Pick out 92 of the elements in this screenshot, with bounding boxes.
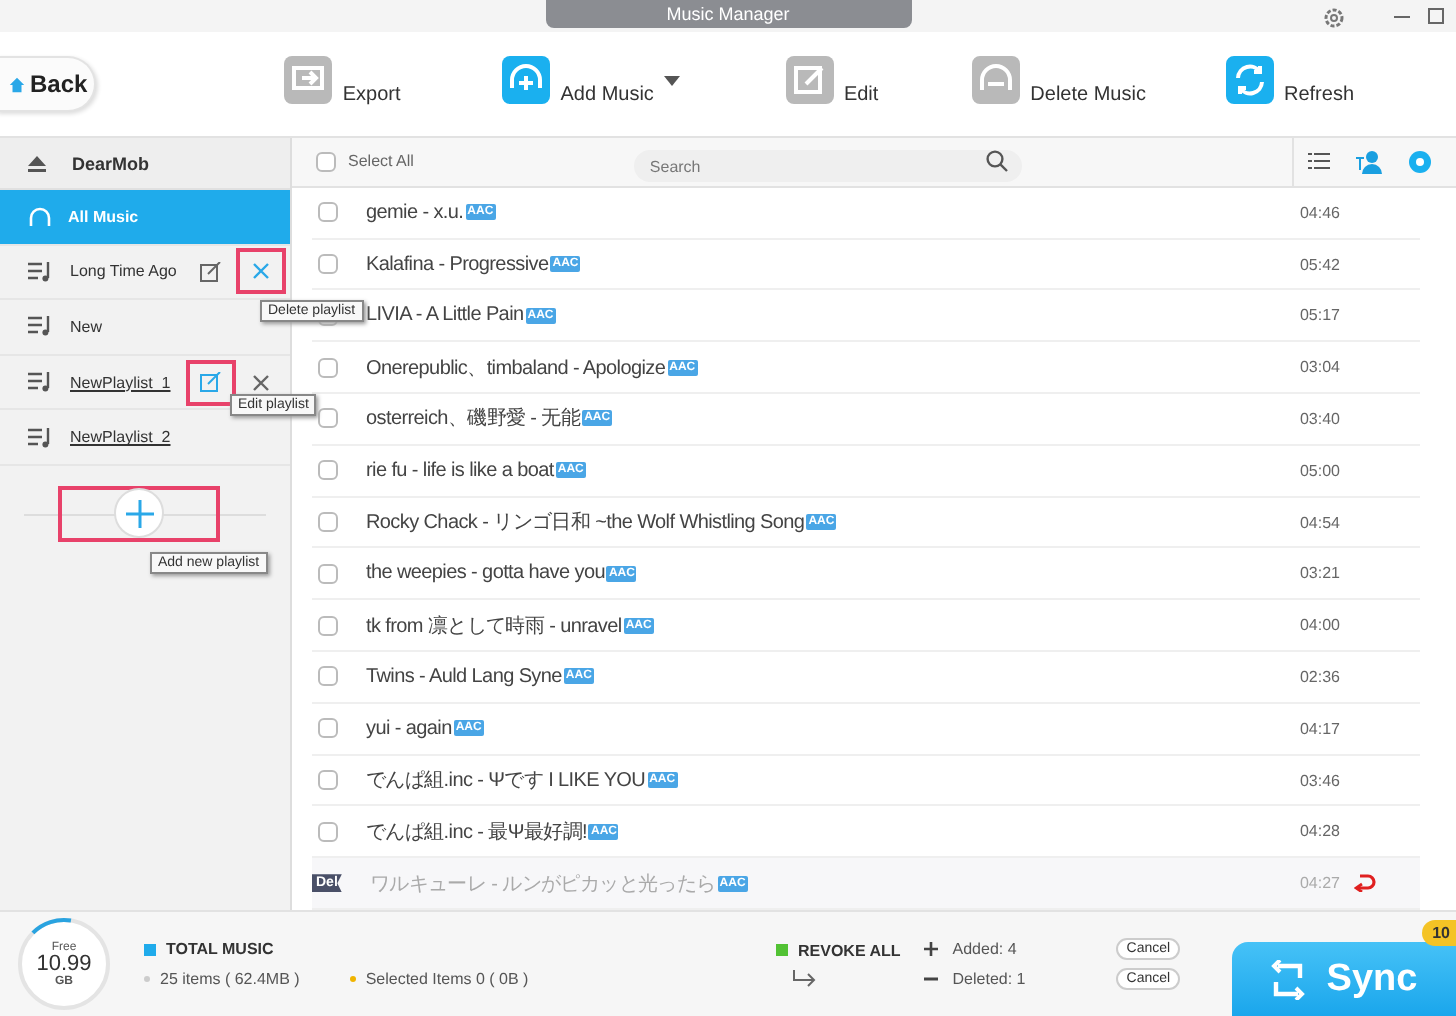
toolbar-button[interactable]: Export — [284, 56, 401, 104]
row-checkbox[interactable] — [318, 254, 338, 275]
edit-icon — [785, 56, 834, 104]
minus-icon — [924, 972, 939, 986]
row-checkbox[interactable] — [318, 563, 338, 584]
song-duration: 03:21 — [1299, 564, 1340, 583]
artist-icon[interactable] — [1355, 149, 1381, 174]
song-title: tk from 凛として時雨 - unravel — [366, 613, 622, 640]
selected-count: Selected Items 0 ( 0B ) — [365, 970, 529, 988]
row-checkbox[interactable] — [318, 666, 338, 687]
playlist-icon — [28, 372, 54, 393]
search-field[interactable]: Search — [633, 150, 1022, 183]
song-duration: 03:04 — [1299, 358, 1340, 377]
song-title: LIVIA - A Little Pain — [366, 304, 524, 327]
storage-value: 10.99 — [36, 953, 92, 975]
row-checkbox[interactable] — [318, 460, 338, 481]
minimize-icon[interactable] — [1394, 16, 1410, 20]
edit-icon[interactable] — [200, 261, 222, 282]
row-checkbox[interactable] — [318, 615, 338, 636]
edit-icon[interactable] — [200, 372, 222, 393]
total-music-title: TOTAL MUSIC — [166, 940, 274, 958]
notification-badge: 10 — [1422, 920, 1456, 946]
disc-icon[interactable] — [1407, 149, 1431, 174]
legend-square — [776, 944, 788, 956]
toolbar-button[interactable]: Edit — [785, 56, 879, 104]
song-title: Twins - Auld Lang Syne — [366, 665, 562, 688]
plus-icon — [924, 942, 939, 956]
select-all-label: Select All — [348, 152, 414, 171]
song-title: ワルキューレ - ルンがピカッと光ったら — [369, 871, 716, 898]
undo-icon[interactable] — [1354, 874, 1376, 893]
song-duration: 04:54 — [1299, 513, 1340, 532]
toolbar-button[interactable]: Add Music — [502, 56, 680, 104]
window-title: Music Manager — [545, 0, 911, 28]
playlist-item[interactable]: Long Time Ago — [0, 245, 290, 301]
song-title: osterreich、磯野愛 - 无能 — [366, 405, 581, 433]
song-title: でんぱ組.inc - Ψです I LIKE YOU — [366, 768, 646, 794]
song-title: Rocky Chack - リンゴ日和 ~the Wolf Whistling Song — [366, 509, 805, 537]
legend-square — [144, 943, 156, 955]
close-icon[interactable] — [252, 262, 270, 281]
song-duration: 04:27 — [1299, 874, 1340, 893]
song-title: the weepies - gotta have you — [366, 562, 605, 585]
row-checkbox[interactable] — [318, 408, 338, 429]
toolbar-button[interactable]: Refresh — [1225, 56, 1354, 104]
song-duration: 02:36 — [1299, 667, 1340, 686]
search-icon — [985, 150, 1008, 173]
plus-icon — [125, 499, 153, 528]
song-duration: 04:28 — [1299, 822, 1340, 841]
list-view-icon[interactable] — [1307, 152, 1329, 171]
items-count: 25 items ( 62.4MB ) — [160, 970, 300, 988]
headphones-plus-icon — [502, 56, 551, 104]
added-count: Added: 4 — [952, 940, 1019, 958]
settings-icon[interactable] — [1322, 6, 1346, 30]
playlist-icon — [28, 427, 54, 448]
revoke-all-button[interactable]: REVOKE ALL — [798, 941, 901, 959]
playlist-icon — [28, 316, 54, 337]
row-checkbox[interactable] — [318, 512, 338, 533]
home-icon — [8, 75, 26, 93]
song-duration: 04:00 — [1299, 616, 1340, 635]
song-title: Kalafina - Progressive — [366, 253, 549, 276]
arrow-icon — [792, 969, 820, 987]
toolbar-button[interactable]: Delete Music — [972, 56, 1146, 104]
row-checkbox[interactable] — [318, 202, 338, 223]
song-duration: 04:46 — [1299, 203, 1340, 222]
close-icon[interactable] — [252, 373, 270, 392]
add-playlist-button[interactable] — [114, 488, 164, 539]
deleted-count: Deleted: 1 — [952, 970, 1028, 988]
export-icon — [284, 56, 333, 104]
row-checkbox[interactable] — [318, 357, 338, 378]
song-duration: 04:17 — [1299, 719, 1340, 738]
row-checkbox[interactable] — [318, 821, 338, 842]
sync-icon — [1270, 959, 1307, 999]
song-title: Onerepublic、timbaland - Apologize — [366, 355, 666, 382]
eject-icon[interactable] — [28, 155, 46, 171]
row-checkbox[interactable] — [318, 718, 338, 739]
playlist-icon — [28, 261, 54, 282]
headphones-icon — [28, 205, 52, 228]
device-name: DearMob — [72, 153, 150, 173]
song-title: でんぱ組.inc - 最Ψ最好調! — [366, 819, 587, 846]
maximize-icon[interactable] — [1428, 8, 1444, 24]
select-all-checkbox[interactable] — [316, 151, 336, 172]
song-duration: 03:46 — [1299, 771, 1340, 789]
song-duration: 03:40 — [1299, 409, 1340, 428]
song-duration: 05:42 — [1299, 255, 1340, 274]
song-title: rie fu - life is like a boat — [366, 459, 554, 482]
refresh-icon — [1225, 56, 1274, 104]
back-button[interactable]: Back — [0, 56, 97, 112]
song-duration: 05:00 — [1299, 461, 1340, 480]
headphones-minus-icon — [972, 56, 1021, 104]
song-duration: 05:17 — [1299, 306, 1340, 325]
song-title: gemie - x.u. — [366, 201, 464, 224]
row-checkbox[interactable] — [318, 770, 338, 790]
song-title: yui - again — [366, 717, 452, 740]
